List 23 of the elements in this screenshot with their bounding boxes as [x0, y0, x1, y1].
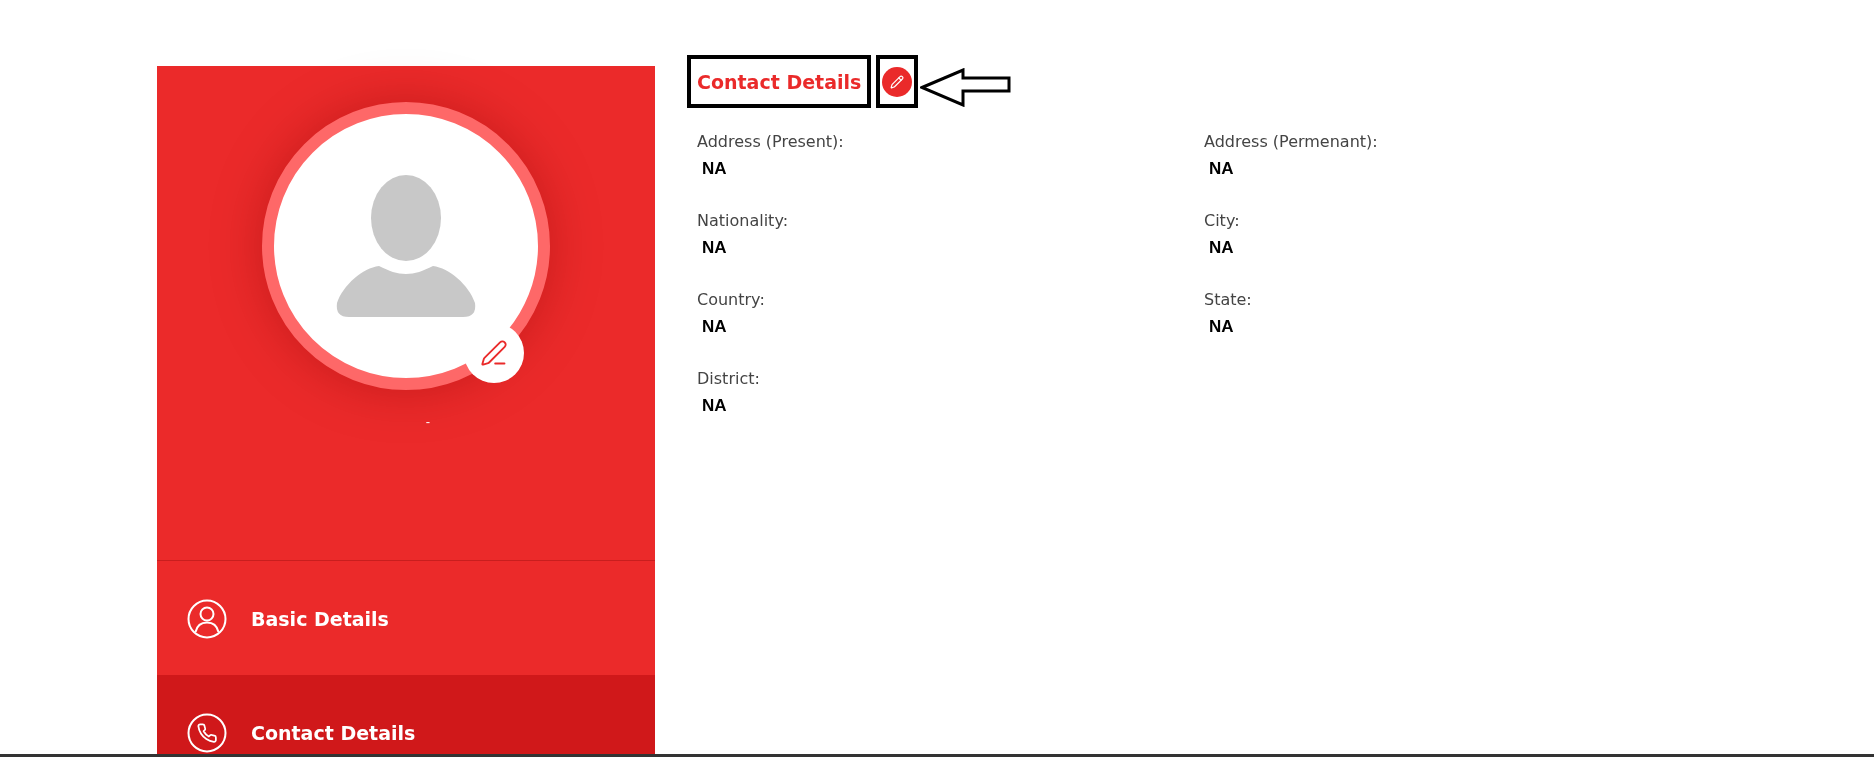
field-label: City: [1204, 211, 1240, 231]
field-value: NA [1209, 317, 1234, 337]
field-value: NA [702, 238, 727, 258]
field-value: NA [702, 317, 727, 337]
field-label: Address (Present): [697, 132, 844, 152]
pencil-icon [890, 74, 905, 89]
field-value: NA [1209, 238, 1234, 258]
person-silhouette-icon [335, 175, 477, 318]
field-label: Country: [697, 290, 765, 310]
field-label: Address (Permenant): [1204, 132, 1378, 152]
pencil-icon [480, 339, 508, 367]
field-label: District: [697, 369, 760, 389]
field-value: NA [702, 159, 727, 179]
profile-name: - [425, 414, 431, 429]
sidebar-item[interactable]: Contact Details [157, 675, 655, 754]
field-value: NA [1209, 159, 1234, 179]
section-title: Contact Details [697, 69, 862, 94]
user-circle-icon [187, 599, 227, 639]
field-label: State: [1204, 290, 1252, 310]
field-label: Nationality: [697, 211, 789, 231]
phone-circle-icon [187, 713, 227, 753]
edit-button[interactable] [882, 66, 913, 97]
field-value: NA [702, 396, 727, 416]
